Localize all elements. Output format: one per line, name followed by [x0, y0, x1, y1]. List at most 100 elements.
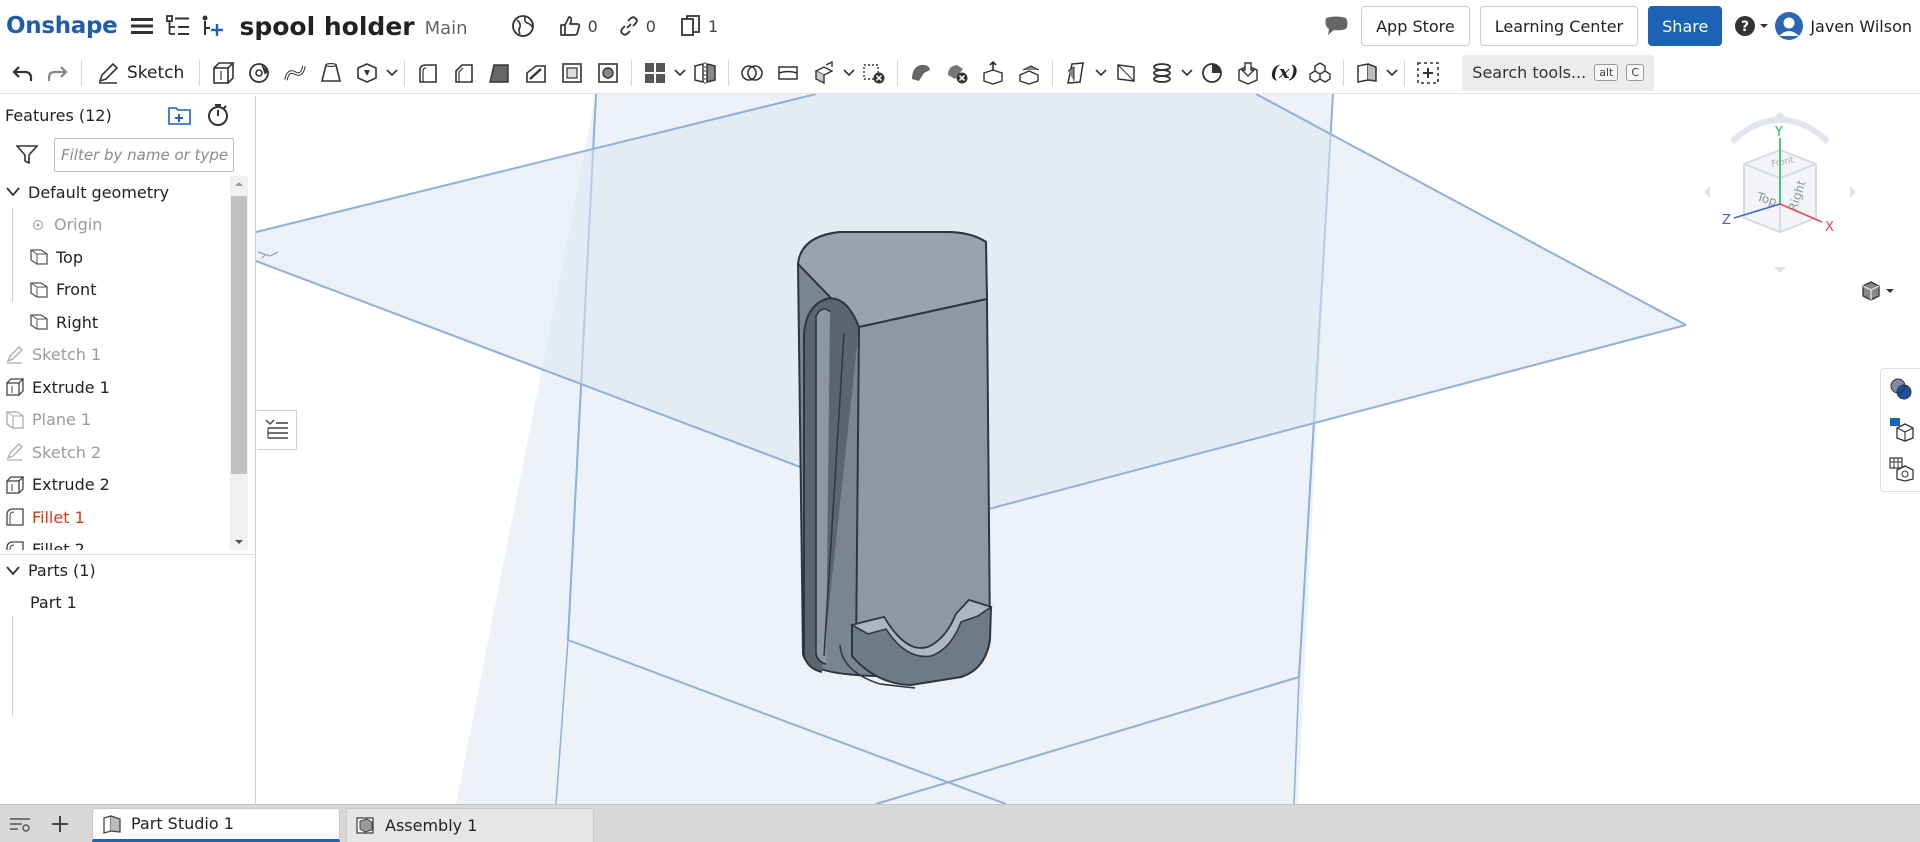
- chevron-down-icon[interactable]: [673, 68, 687, 77]
- scroll-down-icon[interactable]: [230, 536, 248, 548]
- view-cube[interactable]: Top Right Front Y X Z: [1704, 112, 1864, 282]
- plane-item-front[interactable]: Front: [0, 274, 232, 307]
- view-options-icon[interactable]: [1860, 280, 1896, 306]
- part-spool-holder[interactable]: [796, 231, 993, 689]
- feature-label: Sketch 1: [32, 345, 102, 365]
- search-tools-input[interactable]: Search tools... alt C: [1462, 54, 1655, 91]
- loft-icon[interactable]: [313, 55, 349, 91]
- extrude-icon: [6, 476, 24, 494]
- sketch-button[interactable]: Sketch: [87, 55, 194, 91]
- boolean-icon[interactable]: [734, 55, 770, 91]
- chevron-down-icon[interactable]: [1094, 68, 1108, 77]
- measure-icon[interactable]: [1194, 55, 1230, 91]
- tab-part-studio-1[interactable]: Part Studio 1: [92, 807, 340, 842]
- plane-item-top[interactable]: Top: [0, 241, 232, 274]
- chevron-down-icon[interactable]: [6, 565, 20, 576]
- pattern-icon[interactable]: [637, 55, 673, 91]
- boxes-icon[interactable]: [1302, 55, 1338, 91]
- chamfer-icon[interactable]: [446, 55, 482, 91]
- sweep-icon[interactable]: [277, 55, 313, 91]
- chevron-down-icon[interactable]: [1180, 68, 1194, 77]
- feature-item-fillet-2[interactable]: Fillet 2: [0, 534, 232, 550]
- shortcut-key-c: C: [1626, 64, 1645, 81]
- delete-part-icon[interactable]: [856, 55, 892, 91]
- feature-item-extrude-2[interactable]: Extrude 2: [0, 469, 232, 502]
- revolve-icon[interactable]: [241, 55, 277, 91]
- fillet-icon[interactable]: [410, 55, 446, 91]
- plane-icon[interactable]: [1058, 55, 1094, 91]
- add-custom-feature-icon[interactable]: [1410, 55, 1446, 91]
- graphics-viewport[interactable]: Top Right Front Y X Z: [256, 94, 1920, 804]
- variable-icon[interactable]: (x): [1266, 55, 1302, 91]
- hole-icon[interactable]: [590, 55, 626, 91]
- part-item[interactable]: Part 1: [0, 586, 77, 618]
- redo-icon[interactable]: [40, 55, 76, 91]
- derived-icon[interactable]: [1230, 55, 1266, 91]
- scroll-thumb[interactable]: [231, 196, 247, 474]
- chevron-down-icon[interactable]: [842, 68, 856, 77]
- chevron-down-icon[interactable]: [385, 68, 399, 77]
- appearance-icon[interactable]: [1881, 369, 1920, 409]
- plane-item-right[interactable]: Right: [0, 306, 232, 339]
- copies-counter[interactable]: 1: [680, 14, 718, 38]
- origin-item[interactable]: Origin: [0, 209, 232, 242]
- feature-item-plane-1[interactable]: Plane 1: [0, 404, 232, 437]
- draft-icon[interactable]: [482, 55, 518, 91]
- transform-icon[interactable]: [806, 55, 842, 91]
- chevron-down-icon[interactable]: [6, 187, 20, 197]
- mate-connector-icon[interactable]: [1108, 55, 1144, 91]
- filter-icon[interactable]: [15, 144, 39, 168]
- extrude-icon[interactable]: [205, 55, 241, 91]
- model-scene[interactable]: [256, 94, 1920, 804]
- feature-item-fillet-1[interactable]: Fillet 1: [0, 501, 232, 534]
- rollback-timer-icon[interactable]: [206, 103, 230, 131]
- default-geometry-group[interactable]: Default geometry: [0, 176, 232, 209]
- modify-fillet-icon[interactable]: [903, 55, 939, 91]
- feature-item-extrude-1[interactable]: Extrude 1: [0, 371, 232, 404]
- mirror-icon[interactable]: [687, 55, 723, 91]
- undo-icon[interactable]: [4, 55, 40, 91]
- menu-icon[interactable]: [127, 11, 157, 41]
- links-counter[interactable]: 0: [618, 15, 656, 37]
- likes-counter[interactable]: 0: [558, 14, 598, 38]
- feature-scrollbar[interactable]: [230, 176, 248, 550]
- helix-icon[interactable]: [1144, 55, 1180, 91]
- feature-item-sketch-1[interactable]: Sketch 1: [0, 339, 232, 372]
- globe-icon[interactable]: [508, 11, 538, 41]
- tab-manager-icon[interactable]: [0, 806, 40, 842]
- shell-icon[interactable]: [554, 55, 590, 91]
- document-branch[interactable]: Main: [425, 18, 468, 39]
- scroll-up-icon[interactable]: [230, 178, 248, 190]
- feature-list-icon[interactable]: [163, 11, 193, 41]
- add-folder-icon[interactable]: [168, 105, 192, 129]
- help-icon[interactable]: ?: [1732, 11, 1772, 41]
- likes-count: 0: [587, 16, 598, 36]
- parts-group[interactable]: Parts (1): [0, 554, 256, 586]
- chevron-down-icon[interactable]: [1385, 68, 1399, 77]
- add-tab-icon[interactable]: [40, 806, 80, 842]
- plane-icon: [6, 411, 24, 429]
- insert-icon[interactable]: [197, 11, 227, 41]
- avatar[interactable]: [1774, 11, 1804, 41]
- feature-item-sketch-2[interactable]: Sketch 2: [0, 436, 232, 469]
- learning-center-button[interactable]: Learning Center: [1479, 6, 1639, 46]
- display-states-icon[interactable]: [1881, 409, 1920, 449]
- feature-list-toggle[interactable]: [257, 410, 297, 450]
- thicken-icon[interactable]: [349, 55, 385, 91]
- delete-face-icon[interactable]: [939, 55, 975, 91]
- feature-filter-input[interactable]: [54, 138, 234, 172]
- split-icon[interactable]: [770, 55, 806, 91]
- configurations-icon[interactable]: [1881, 449, 1920, 489]
- rib-icon[interactable]: [518, 55, 554, 91]
- user-name[interactable]: Javen Wilson: [1810, 17, 1912, 36]
- onshape-logo[interactable]: Onshape: [6, 13, 118, 39]
- move-face-icon[interactable]: [975, 55, 1011, 91]
- replace-face-icon[interactable]: [1011, 55, 1047, 91]
- sheet-metal-icon[interactable]: [1349, 55, 1385, 91]
- tab-assembly-1[interactable]: Assembly 1: [346, 807, 594, 842]
- share-button[interactable]: Share: [1648, 6, 1723, 46]
- comments-icon[interactable]: [1321, 11, 1351, 41]
- app-store-button[interactable]: App Store: [1361, 6, 1470, 46]
- document-title[interactable]: spool holder: [239, 12, 414, 41]
- plane-icon: [30, 249, 48, 265]
